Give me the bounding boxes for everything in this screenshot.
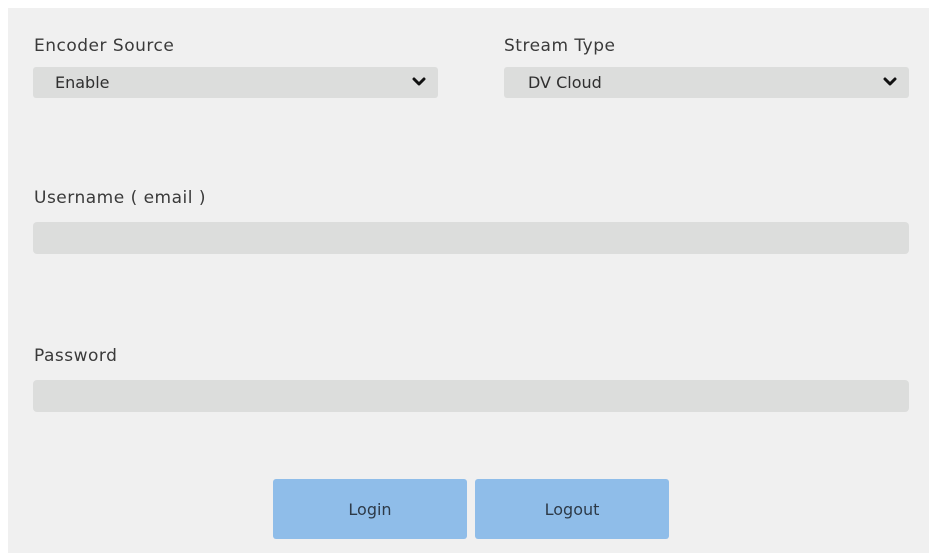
stream-settings-panel: Encoder Source Enable Stream Type DV Clo… xyxy=(8,8,929,553)
logout-button[interactable]: Logout xyxy=(475,479,669,539)
chevron-down-icon xyxy=(412,77,426,86)
stream-type-label: Stream Type xyxy=(504,36,616,56)
chevron-down-icon xyxy=(883,77,897,86)
stream-type-select[interactable]: DV Cloud xyxy=(504,67,909,98)
username-label: Username ( email ) xyxy=(34,188,207,208)
stream-type-value: DV Cloud xyxy=(528,73,602,92)
username-input[interactable] xyxy=(33,222,909,254)
encoder-source-select[interactable]: Enable xyxy=(33,67,438,98)
password-input[interactable] xyxy=(33,380,909,412)
login-button[interactable]: Login xyxy=(273,479,467,539)
password-label: Password xyxy=(34,346,118,366)
encoder-source-value: Enable xyxy=(55,73,110,92)
encoder-source-label: Encoder Source xyxy=(34,36,175,56)
